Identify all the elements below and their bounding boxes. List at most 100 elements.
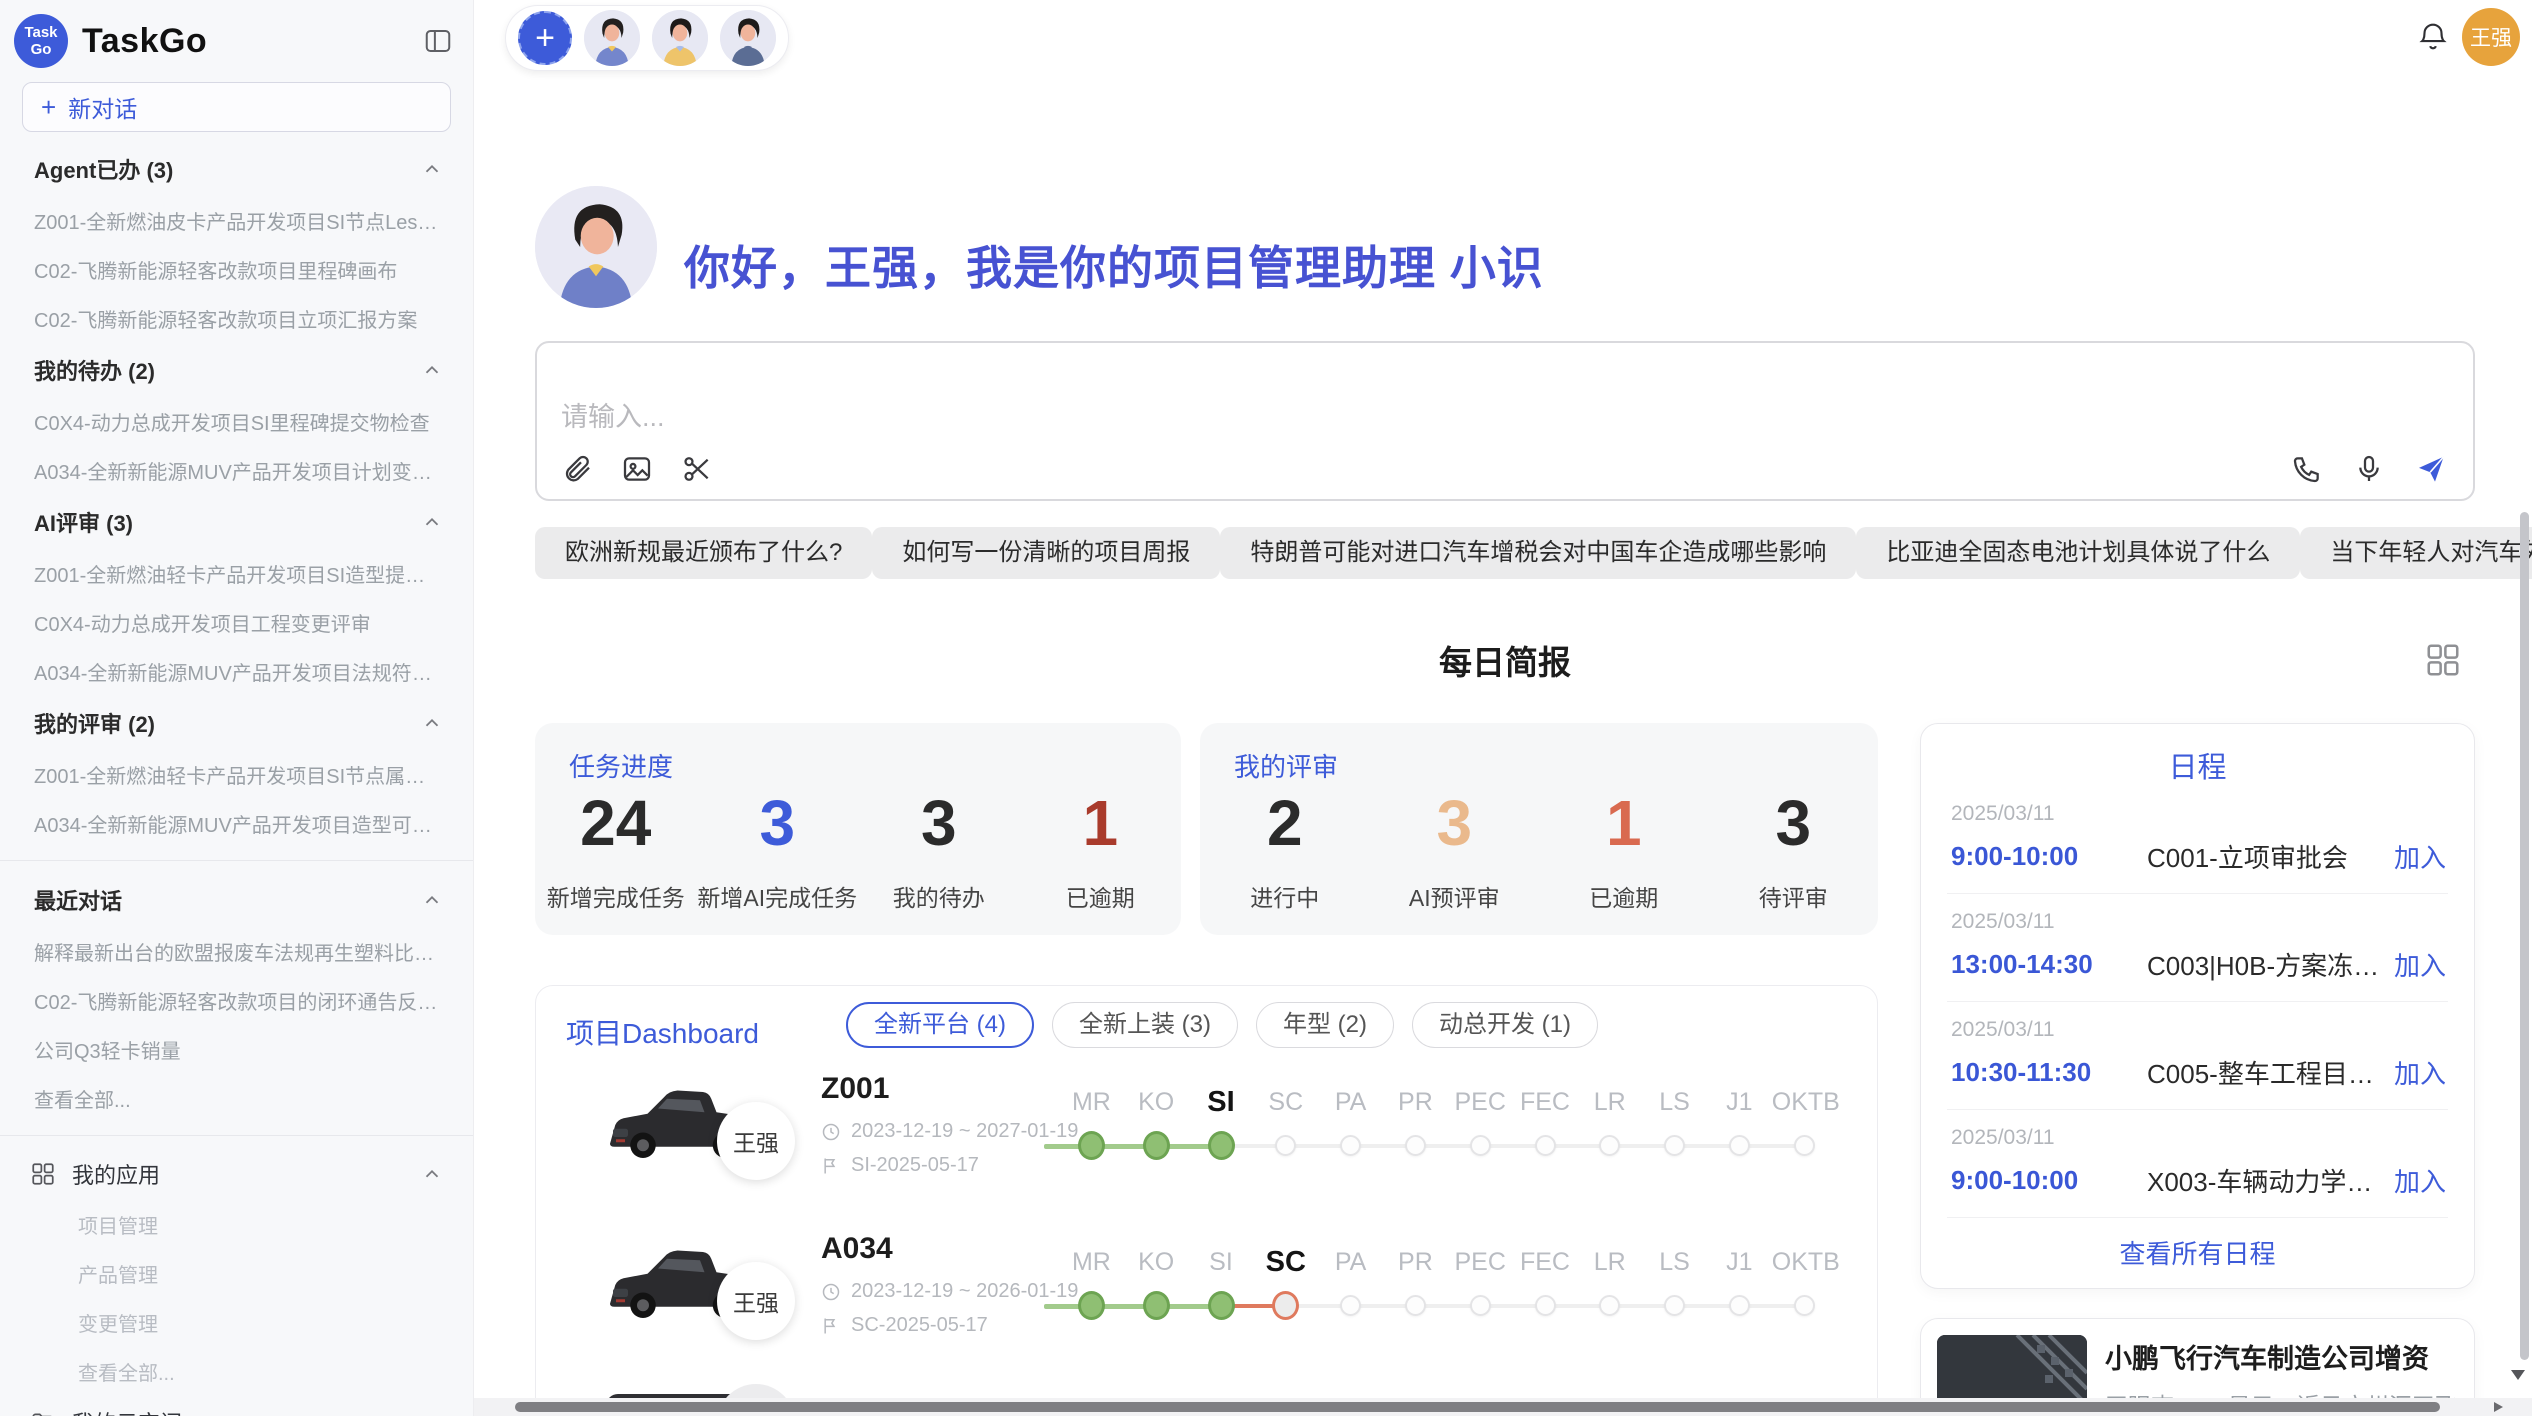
milestone-label: LS	[1642, 1084, 1707, 1120]
milestone-dot-done	[1143, 1291, 1170, 1320]
image-icon[interactable]	[621, 453, 653, 485]
milestone-dot-overdue-current	[1272, 1291, 1299, 1320]
sidebar-app-subitem[interactable]: 变更管理	[0, 1298, 473, 1347]
milestone-label: J1	[1707, 1084, 1772, 1120]
new-session-button[interactable]: +	[518, 11, 572, 65]
notification-bell-icon[interactable]	[2416, 19, 2450, 53]
milestone-dot-done	[1208, 1291, 1235, 1320]
sidebar-item[interactable]: A034-全新新能源MUV产品开发项目计划变更表编写	[0, 446, 473, 495]
join-button[interactable]: 加入	[2394, 838, 2446, 875]
sidebar-app-subitem[interactable]: 项目管理	[0, 1200, 473, 1249]
microphone-icon[interactable]	[2353, 453, 2385, 485]
session-avatar-1[interactable]	[584, 10, 640, 66]
sidebar-section-title: 我的待办 (2)	[34, 354, 155, 386]
stat-card-reviews: 我的评审2进行中3AI预评审1已逾期3待评审	[1200, 723, 1878, 935]
sidebar-section-header[interactable]: 最近对话	[0, 873, 473, 927]
sidebar-item[interactable]: A034-全新新能源MUV产品开发项目法规符合性评审	[0, 647, 473, 696]
milestone-dot-pending	[1599, 1295, 1620, 1316]
dashboard-tab[interactable]: 年型 (2)	[1256, 1002, 1394, 1048]
scroll-down-arrow-icon[interactable]	[2511, 1370, 2525, 1380]
stat-value: 1	[1020, 789, 1182, 857]
scroll-right-arrow-icon[interactable]	[2494, 1402, 2503, 1412]
sidebar-divider	[0, 860, 473, 861]
milestone-label: SC	[1253, 1244, 1318, 1280]
sidebar-item-my-apps[interactable]: 我的应用	[0, 1148, 473, 1200]
milestone-dot-done	[1143, 1131, 1170, 1160]
stat-label: 已逾期	[1020, 879, 1182, 913]
phone-icon[interactable]	[2291, 453, 2323, 485]
stat-column: 3新增AI完成任务	[697, 789, 859, 913]
stat-column: 1 已逾期	[1020, 789, 1182, 913]
layout-grid-icon[interactable]	[2424, 641, 2462, 679]
main-area: + 王强 你好，王强，我是你的项目管理助理 小识 欧洲新规最近颁布了什么?如何写…	[474, 0, 2532, 1416]
suggestion-chip[interactable]: 特朗普可能对进口汽车增税会对中国车企造成哪些影响	[1220, 527, 1856, 579]
stat-column: 3AI预评审	[1370, 789, 1540, 913]
sidebar-item[interactable]: 解释最新出台的欧盟报废车法规再生塑料比例被调至15%...	[0, 927, 473, 976]
milestone-label: LR	[1577, 1244, 1642, 1280]
sidebar-item-folder[interactable]: 我的云空间	[0, 1396, 473, 1416]
join-button[interactable]: 加入	[2394, 1054, 2446, 1091]
clock-icon	[821, 1282, 841, 1302]
milestone-dot-pending	[1794, 1135, 1815, 1156]
sidebar-item[interactable]: Z001-全新燃油轻卡产品开发项目SI造型提交物评审	[0, 549, 473, 598]
sidebar-item[interactable]: C02-飞腾新能源轻客改款项目里程碑画布	[0, 245, 473, 294]
milestone-dot-pending	[1535, 1135, 1556, 1156]
sidebar-app-subitem[interactable]: 产品管理	[0, 1249, 473, 1298]
milestone-labels: MRKOSISCPAPRPECFECLRLSJ1OKTB	[1059, 1244, 1849, 1280]
suggestion-chip[interactable]: 当下年轻人对汽车外观有怎样的喜好趋势	[2300, 527, 2532, 579]
sidebar-item[interactable]: 公司Q3轻卡销量	[0, 1025, 473, 1074]
milestone-label: PA	[1318, 1244, 1383, 1280]
schedule-date: 2025/03/11	[1951, 1126, 2446, 1150]
sidebar-section-header[interactable]: AI评审 (3)	[0, 495, 473, 549]
milestone-dot-pending	[1405, 1295, 1426, 1316]
session-avatar-3[interactable]	[720, 10, 776, 66]
sidebar-collapse-icon[interactable]	[423, 26, 453, 56]
project-dashboard-title: 项目Dashboard	[566, 1012, 759, 1052]
milestone-dot-pending	[1470, 1135, 1491, 1156]
sidebar-shortcut-label: 我的云空间	[72, 1406, 182, 1416]
sidebar-item[interactable]: Z001-全新燃油皮卡产品开发项目SI节点Lesson Learn报告	[0, 196, 473, 245]
sidebar-section-title: 我的评审 (2)	[34, 707, 155, 739]
user-avatar[interactable]: 王强	[2462, 8, 2520, 66]
schedule-panel: 日程 2025/03/119:00-10:00C001-立项审批会加入2025/…	[1920, 723, 2475, 1289]
suggestion-chip[interactable]: 如何写一份清晰的项目周报	[872, 527, 1220, 579]
sidebar-item[interactable]: A034-全新新能源MUV产品开发项目造型可行性评审	[0, 799, 473, 848]
new-chat-button[interactable]: + 新对话	[22, 82, 451, 132]
horizontal-scrollbar-thumb[interactable]	[515, 1402, 2440, 1412]
chat-input[interactable]	[561, 395, 2061, 449]
sidebar-section-header[interactable]: 我的待办 (2)	[0, 343, 473, 397]
project-row[interactable]: 王强Z0012023-12-19 ~ 2027-01-19SI-2025-05-…	[536, 1056, 1878, 1216]
sidebar-item[interactable]: 查看全部...	[0, 1074, 473, 1123]
send-icon[interactable]	[2415, 453, 2447, 485]
sidebar-section-header[interactable]: Agent已办 (3)	[0, 142, 473, 196]
suggestion-chip[interactable]: 欧洲新规最近颁布了什么?	[535, 527, 872, 579]
sidebar-item[interactable]: C02-飞腾新能源轻客改款项目的闭环通告反馈情况	[0, 976, 473, 1025]
project-row[interactable]: 王强A0342023-12-19 ~ 2026-01-19SC-2025-05-…	[536, 1216, 1878, 1376]
vertical-scrollbar-thumb[interactable]	[2520, 512, 2529, 1360]
sidebar-item[interactable]: C0X4-动力总成开发项目工程变更评审	[0, 598, 473, 647]
scissors-icon[interactable]	[681, 453, 713, 485]
chevron-up-icon	[421, 511, 443, 533]
sidebar-app-subitem[interactable]: 查看全部...	[0, 1347, 473, 1396]
sidebar-section-header[interactable]: 我的评审 (2)	[0, 696, 473, 750]
join-button[interactable]: 加入	[2394, 1162, 2446, 1199]
logo-text-bottom: Go	[31, 41, 52, 58]
milestone-track	[1059, 1124, 1849, 1172]
flag-icon	[821, 1316, 841, 1336]
dashboard-tab[interactable]: 全新平台 (4)	[846, 1002, 1034, 1048]
view-all-schedule-link[interactable]: 查看所有日程	[1921, 1234, 2474, 1271]
sidebar-bottom: 我的应用项目管理产品管理变更管理查看全部...我的云空间我的收藏AI超级员工帮我…	[0, 1135, 473, 1416]
dashboard-tab[interactable]: 动总开发 (1)	[1412, 1002, 1598, 1048]
milestone-label: MR	[1059, 1244, 1124, 1280]
sidebar-item[interactable]: C0X4-动力总成开发项目SI里程碑提交物检查	[0, 397, 473, 446]
sidebar-item[interactable]: Z001-全新燃油轻卡产品开发项目SI节点属性5D文件评审	[0, 750, 473, 799]
sidebar-item[interactable]: C02-飞腾新能源轻客改款项目立项汇报方案	[0, 294, 473, 343]
stat-value: 1	[1539, 789, 1709, 857]
suggestion-chip[interactable]: 比亚迪全固态电池计划具体说了什么	[1856, 527, 2300, 579]
stat-value: 3	[697, 789, 859, 857]
session-avatar-2[interactable]	[652, 10, 708, 66]
folder-icon	[30, 1409, 56, 1416]
join-button[interactable]: 加入	[2394, 946, 2446, 983]
dashboard-tab[interactable]: 全新上装 (3)	[1052, 1002, 1238, 1048]
attachment-icon[interactable]	[561, 453, 593, 485]
